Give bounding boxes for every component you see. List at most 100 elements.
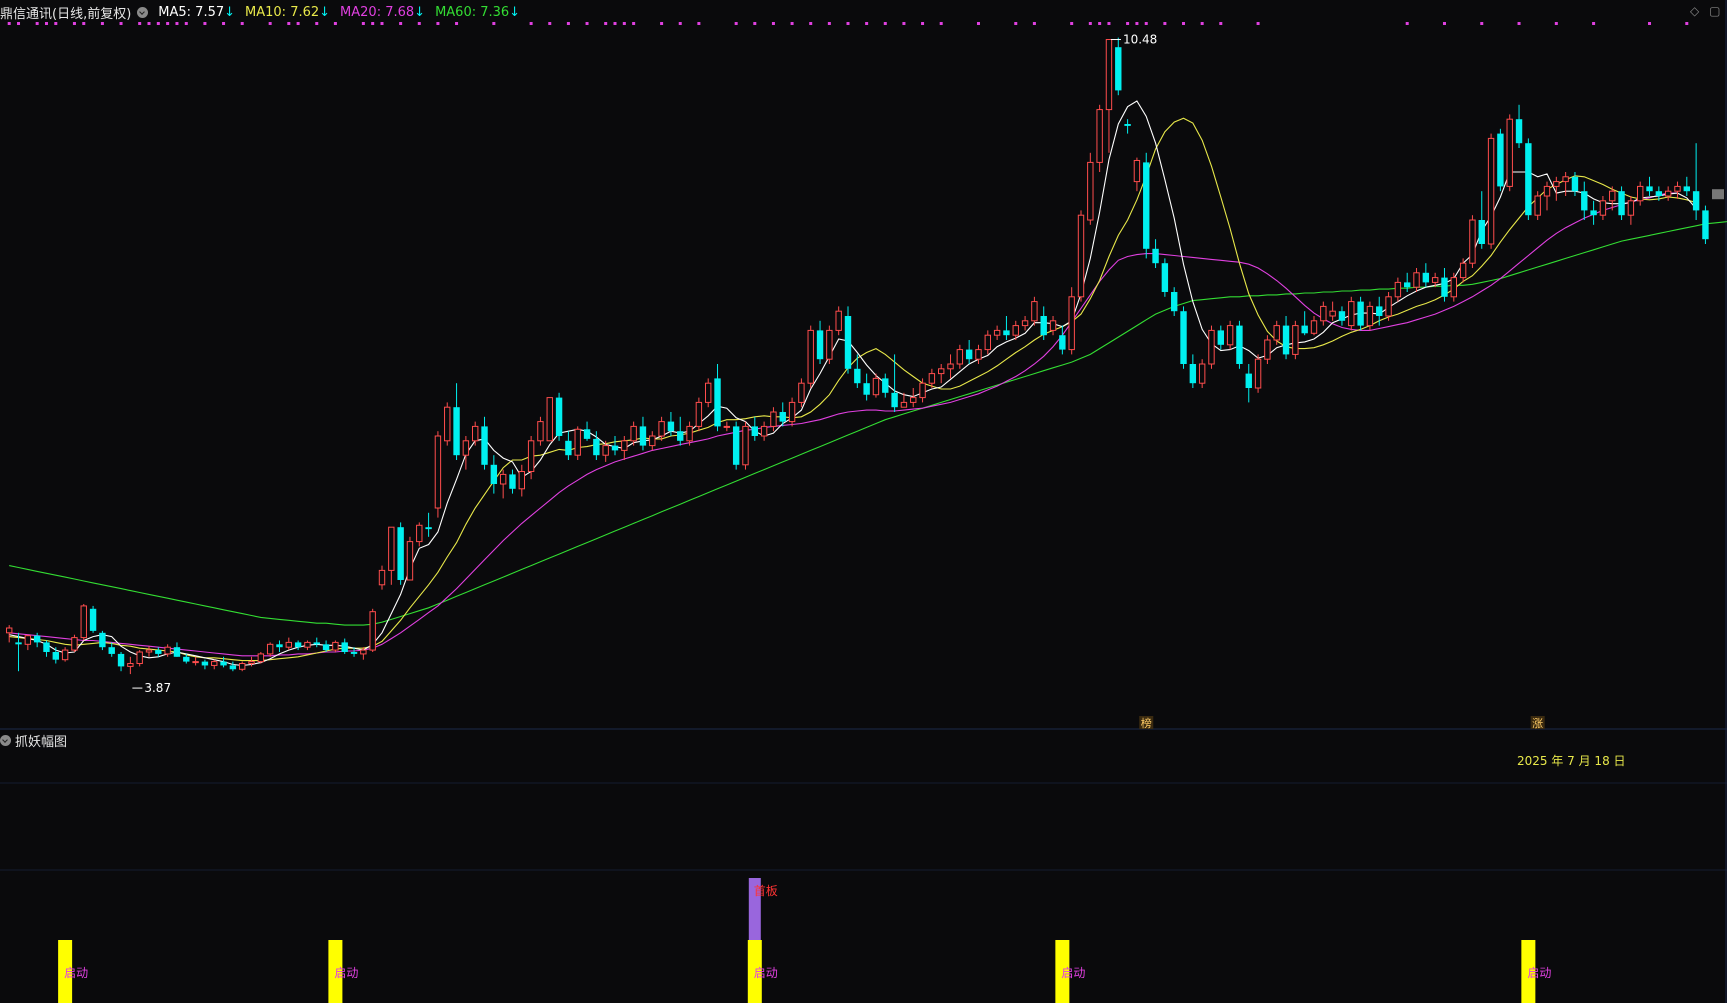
candle-up (472, 425, 479, 442)
candle-up (928, 373, 936, 384)
candle-up (1254, 358, 1262, 389)
candle-down (1683, 186, 1690, 192)
top-marker-dot (492, 22, 496, 25)
candle-down (965, 349, 973, 360)
candle-up (1049, 320, 1057, 331)
candle-down (276, 644, 283, 648)
candlestick-chart[interactable]: 10.48 3.87 榜 涨启动 启动 启动 首板启动 启动 (0, 0, 1727, 1003)
candle-up (1385, 296, 1392, 317)
price-annotation: 10.48 (1123, 33, 1157, 47)
top-marker-dot (455, 22, 459, 25)
candle-up (80, 605, 87, 639)
diamond-icon[interactable]: ◇ (1690, 4, 1699, 18)
candle-up (416, 524, 423, 543)
candle-down (1571, 176, 1579, 192)
candle-down (1515, 119, 1523, 144)
ma60-label: MA60: 7.36↓ (435, 5, 520, 20)
candle-up (145, 649, 153, 653)
top-marker-dot (771, 22, 775, 25)
candle-down (220, 661, 227, 666)
candle-down (155, 650, 162, 654)
top-marker-dot (660, 22, 664, 25)
top-marker-dot (203, 22, 207, 25)
ma20-value: MA20: 7.68 (340, 4, 415, 20)
top-marker-dot (1200, 22, 1204, 25)
candle-up (444, 406, 451, 442)
candle-up (938, 368, 945, 375)
top-marker-dot (1480, 22, 1484, 25)
candle-down (779, 412, 786, 422)
top-marker-dot (35, 22, 39, 25)
candle-up (462, 440, 470, 456)
candle-down (882, 378, 889, 393)
candle-up (1487, 137, 1495, 245)
sub-panel-title[interactable]: 抓妖幅图 (15, 731, 67, 750)
candle-up (1226, 325, 1234, 346)
candle-up (127, 663, 134, 667)
top-marker-dot (1405, 22, 1409, 25)
candle-up (835, 310, 842, 331)
box-icon[interactable]: ▢ (1709, 4, 1720, 18)
top-marker-dot (44, 22, 48, 25)
top-marker-dot (976, 22, 980, 25)
candle-up (686, 425, 693, 442)
top-marker-dot (371, 22, 375, 25)
top-marker-dot (585, 22, 589, 25)
candle-up (872, 377, 880, 396)
candle-down (593, 438, 600, 456)
candle-up (993, 329, 1001, 336)
candle-up (770, 411, 777, 427)
candle-up (742, 425, 749, 466)
candle-down (294, 642, 302, 648)
candle-up (1431, 277, 1439, 283)
candle-down (397, 527, 404, 580)
top-marker-dot (1592, 22, 1596, 25)
candle-down (1003, 330, 1010, 336)
candle-up (6, 627, 13, 634)
candle-up (266, 643, 274, 655)
candle-up (1469, 219, 1476, 264)
candle-up (537, 421, 544, 442)
candle-up (527, 440, 535, 473)
candle-down (1180, 311, 1187, 364)
ma5-value: MA5: 7.57 (158, 4, 225, 20)
candle-down (844, 316, 852, 369)
candle-up (61, 649, 69, 661)
top-marker-dot (865, 22, 869, 25)
indicator-toggle-icon[interactable] (137, 6, 149, 18)
signal-label-start: 启动 (64, 966, 88, 980)
candle-up (947, 363, 954, 370)
candle-down (854, 368, 861, 384)
top-marker-dot (417, 22, 421, 25)
candle-down (1702, 210, 1709, 240)
candle-up (211, 661, 218, 666)
candle-down (183, 656, 190, 662)
candle-down (52, 652, 59, 660)
ma10-line (9, 117, 1697, 662)
top-marker-dot (287, 22, 291, 25)
candle-up (1506, 118, 1513, 187)
sub-panel-toggle-icon[interactable] (0, 734, 11, 746)
top-marker-dot (697, 22, 701, 25)
candle-up (807, 329, 814, 384)
candle-down (1115, 47, 1122, 91)
candle-up (1674, 185, 1681, 192)
candle-up (956, 349, 964, 365)
signal-label-start: 启动 (754, 966, 778, 980)
top-marker-dot (1126, 22, 1130, 25)
top-marker-dot (566, 22, 570, 25)
top-marker-dot (333, 22, 337, 25)
stock-title[interactable]: 鼎信通讯(日线,前复权) (0, 3, 131, 22)
candle-down (1357, 301, 1364, 326)
candle-up (1366, 305, 1374, 327)
top-marker-dot (678, 22, 682, 25)
ma10-arrow: ↓ (319, 4, 331, 20)
current-price-marker (1712, 189, 1724, 200)
bottom-tag: 涨 (1532, 717, 1543, 730)
ma20-label: MA20: 7.68↓ (340, 5, 425, 20)
candle-down (1590, 210, 1597, 216)
candle-down (1441, 277, 1448, 297)
top-marker-dot (548, 22, 552, 25)
chart-header: 鼎信通讯(日线,前复权) MA5: 7.57↓ MA10: 7.62↓ MA20… (0, 2, 530, 22)
top-marker-dot (184, 22, 188, 25)
